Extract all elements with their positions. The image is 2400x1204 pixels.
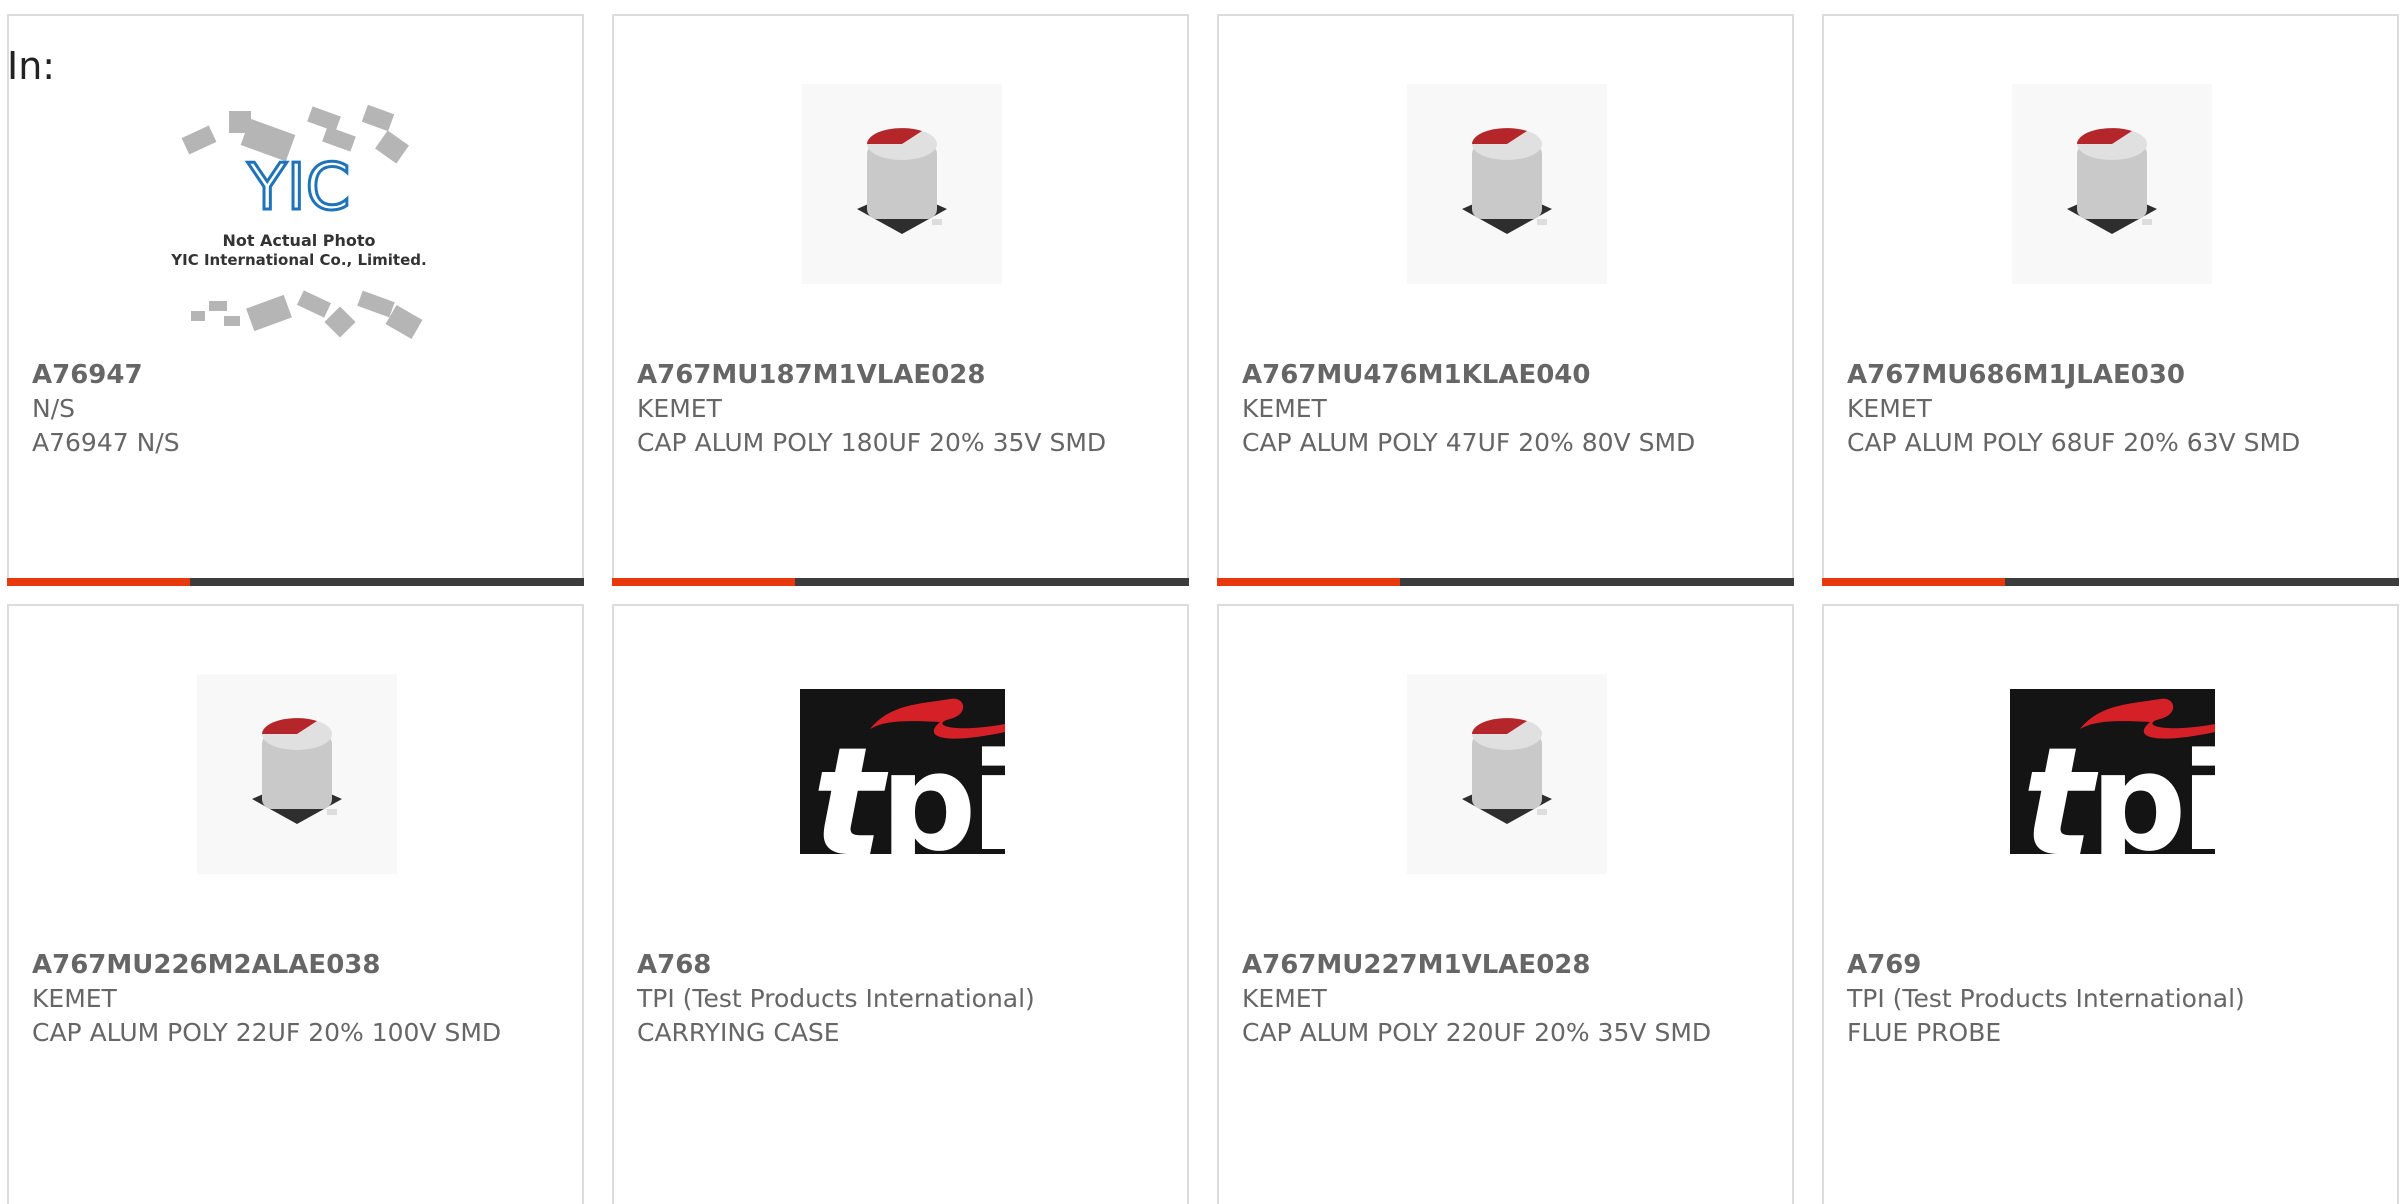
description: FLUE PROBE (1847, 1018, 2002, 1047)
part-number[interactable]: A767MU226M2ALAE038 (32, 948, 502, 982)
product-card[interactable]: t pi A768 TPI (Test Products Internation… (612, 604, 1189, 1204)
capacitor-icon (1462, 128, 1552, 234)
svg-text:t: t (812, 716, 889, 864)
part-number[interactable]: A768 (637, 948, 1107, 982)
manufacturer: KEMET (1242, 394, 1327, 423)
description: CAP ALUM POLY 22UF 20% 100V SMD (32, 1018, 502, 1047)
product-image (194, 671, 400, 877)
manufacturer: KEMET (1242, 984, 1327, 1013)
manufacturer: KEMET (32, 984, 117, 1013)
description: CAP ALUM POLY 220UF 20% 35V SMD (1242, 1018, 1712, 1047)
product-meta: A767MU226M2ALAE038 KEMET CAP ALUM POLY 2… (32, 948, 502, 1050)
tpi-logo-icon: t pi (2009, 689, 2215, 864)
card-accent (612, 578, 795, 586)
card-accent (7, 578, 190, 586)
description: A76947 N/S (32, 428, 180, 457)
svg-text:t: t (2022, 716, 2099, 864)
filter-label: In: (7, 44, 56, 88)
product-meta: A769 TPI (Test Products International) F… (1847, 948, 2317, 1050)
product-image: t pi (2009, 671, 2215, 877)
svg-text:pi: pi (880, 724, 1005, 864)
manufacturer: N/S (32, 394, 75, 423)
svg-text:Not Actual Photo: Not Actual Photo (222, 231, 375, 250)
capacitor-icon (2067, 128, 2157, 234)
card-progress-bar (612, 578, 1189, 586)
card-progress-bar (1217, 578, 1794, 586)
description: CAP ALUM POLY 68UF 20% 63V SMD (1847, 428, 2301, 457)
product-meta: A767MU187M1VLAE028 KEMET CAP ALUM POLY 1… (637, 358, 1107, 460)
product-card[interactable]: A767MU476M1KLAE040 KEMET CAP ALUM POLY 4… (1217, 14, 1794, 586)
product-meta: A76947 N/S A76947 N/S (32, 358, 502, 460)
part-number[interactable]: A769 (1847, 948, 2317, 982)
card-accent (1822, 578, 2005, 586)
product-image (1404, 671, 1610, 877)
description: CAP ALUM POLY 180UF 20% 35V SMD (637, 428, 1107, 457)
card-progress-bar (7, 578, 584, 586)
card-accent (1217, 578, 1400, 586)
card-progress-bar (1822, 578, 2399, 586)
part-number[interactable]: A767MU476M1KLAE040 (1242, 358, 1712, 392)
part-number[interactable]: A767MU227M1VLAE028 (1242, 948, 1712, 982)
product-meta: A767MU686M1JLAE030 KEMET CAP ALUM POLY 6… (1847, 358, 2317, 460)
part-number[interactable]: A767MU686M1JLAE030 (1847, 358, 2317, 392)
product-card[interactable]: A767MU187M1VLAE028 KEMET CAP ALUM POLY 1… (612, 14, 1189, 586)
capacitor-icon (857, 128, 947, 234)
product-image (1404, 81, 1610, 287)
part-number[interactable]: A767MU187M1VLAE028 (637, 358, 1107, 392)
description: CAP ALUM POLY 47UF 20% 80V SMD (1242, 428, 1696, 457)
svg-text:YIC International Co., Limited: YIC International Co., Limited. (170, 251, 426, 269)
capacitor-icon (252, 718, 342, 824)
description: CARRYING CASE (637, 1018, 840, 1047)
product-card[interactable]: t pi A769 TPI (Test Products Internation… (1822, 604, 2399, 1204)
svg-text:pi: pi (2090, 724, 2215, 864)
manufacturer: TPI (Test Products International) (637, 984, 1035, 1013)
tpi-logo-icon: t pi (799, 689, 1005, 864)
product-meta: A768 TPI (Test Products International) C… (637, 948, 1107, 1050)
product-image: t pi (799, 671, 1005, 877)
product-card[interactable]: A767MU226M2ALAE038 KEMET CAP ALUM POLY 2… (7, 604, 584, 1204)
part-number[interactable]: A76947 (32, 358, 502, 392)
manufacturer: TPI (Test Products International) (1847, 984, 2245, 1013)
product-card[interactable]: A767MU686M1JLAE030 KEMET CAP ALUM POLY 6… (1822, 14, 2399, 586)
manufacturer: KEMET (637, 394, 722, 423)
product-meta: A767MU476M1KLAE040 KEMET CAP ALUM POLY 4… (1242, 358, 1712, 460)
product-image: YIC Not Actual Photo YIC International C… (149, 101, 449, 351)
product-image (799, 81, 1005, 287)
capacitor-icon (1462, 718, 1552, 824)
svg-text:YIC: YIC (247, 151, 351, 225)
manufacturer: KEMET (1847, 394, 1932, 423)
product-meta: A767MU227M1VLAE028 KEMET CAP ALUM POLY 2… (1242, 948, 1712, 1050)
product-card[interactable]: A767MU227M1VLAE028 KEMET CAP ALUM POLY 2… (1217, 604, 1794, 1204)
placeholder-image-icon: YIC Not Actual Photo YIC International C… (170, 104, 427, 340)
product-card[interactable]: YIC Not Actual Photo YIC International C… (7, 14, 584, 586)
product-image (2009, 81, 2215, 287)
